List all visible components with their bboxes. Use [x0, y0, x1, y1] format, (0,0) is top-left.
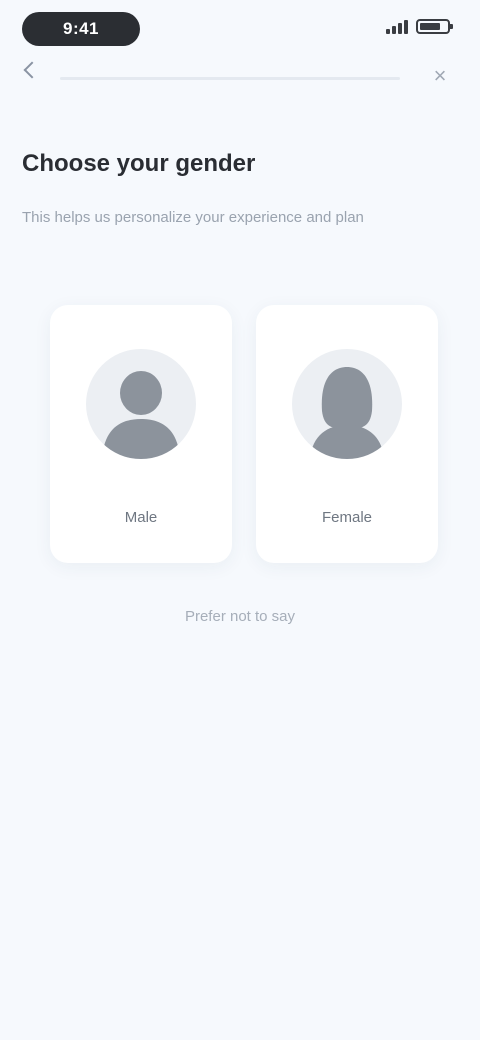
close-button[interactable]: × [426, 62, 454, 90]
page-subtitle: This helps us personalize your experienc… [22, 209, 364, 226]
close-icon: × [433, 63, 447, 88]
status-icons [386, 18, 453, 34]
back-button[interactable] [23, 61, 42, 79]
battery-fill [420, 22, 440, 30]
gender-option-label: Female [321, 509, 373, 526]
status-time: 9:41 [22, 12, 140, 46]
avatar [292, 349, 402, 459]
gender-option-male[interactable]: Male [50, 305, 232, 563]
status-bar: 9:41 [0, 0, 480, 64]
progress-track [60, 77, 400, 80]
signal-icon [386, 18, 408, 34]
gender-option-label: Male [124, 509, 158, 526]
avatar [86, 349, 196, 459]
skip-link[interactable]: Prefer not to say [0, 608, 480, 625]
female-avatar-icon [310, 367, 384, 459]
battery-icon [416, 18, 453, 34]
gender-option-female[interactable]: Female [256, 305, 438, 563]
page-title: Choose your gender [22, 150, 256, 177]
chevron-left-icon [23, 61, 41, 79]
male-avatar-icon [102, 371, 180, 459]
nav-bar: × [0, 61, 480, 98]
